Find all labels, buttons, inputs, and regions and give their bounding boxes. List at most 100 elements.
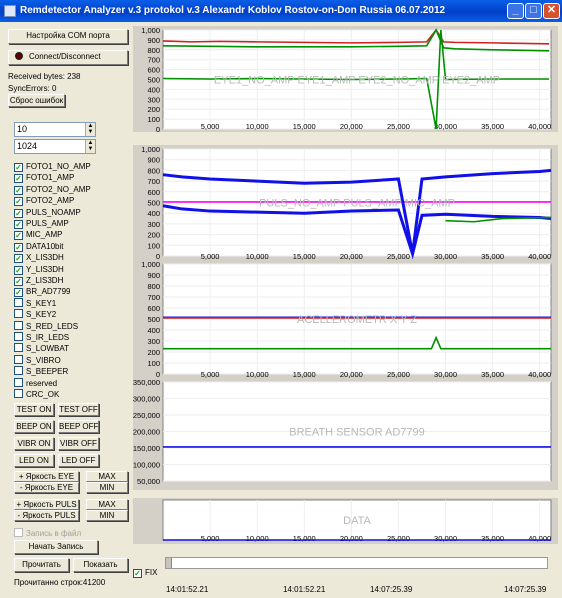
- channel-checkbox[interactable]: S_VIBRO: [14, 354, 61, 367]
- y-tick-label: 900: [147, 36, 160, 45]
- y-tick-label: 500: [147, 76, 160, 85]
- window-title: Remdetector Analyzer v.3 protokol v.3 Al…: [20, 5, 446, 16]
- y-tick-label: 900: [147, 271, 160, 280]
- time-label: 14:07:25.39: [370, 585, 413, 594]
- checkbox-icon: [14, 343, 23, 353]
- channel-checkbox[interactable]: ✓ PULS_AMP: [14, 218, 69, 230]
- puls-max-button[interactable]: MAX: [86, 499, 128, 510]
- channel-checkbox[interactable]: S_LOWBAT: [14, 343, 69, 355]
- checkbox-icon: [14, 320, 23, 330]
- channel-checkbox[interactable]: ✓ PULS_NOAMP: [14, 207, 81, 219]
- eye-max-button[interactable]: MAX: [86, 471, 128, 482]
- checkbox-icon: ✓: [14, 208, 23, 218]
- show-button[interactable]: Показать: [73, 558, 128, 572]
- checkbox-icon: [14, 354, 23, 364]
- led-on-button[interactable]: LED ON: [14, 454, 54, 467]
- y-tick-label: 600: [147, 66, 160, 75]
- maximize-button[interactable]: □: [525, 3, 542, 19]
- led-off-button[interactable]: LED OFF: [58, 454, 99, 467]
- channel-checkbox[interactable]: S_KEY1: [14, 297, 57, 310]
- spinner-arrows-icon[interactable]: ▲ ▼: [85, 123, 95, 136]
- x-tick-label: 35,000: [481, 370, 504, 379]
- channel-checkbox[interactable]: CRC_OK: [14, 389, 59, 401]
- beep-on-button[interactable]: BEEP ON: [14, 420, 54, 433]
- test-off-button[interactable]: TEST OFF: [58, 403, 99, 416]
- read-button[interactable]: Прочитать: [14, 558, 69, 572]
- reset-errors-button[interactable]: Сброс ошибок: [8, 94, 65, 107]
- fix-checkbox[interactable]: ✓ FIX: [133, 567, 157, 579]
- x-tick-label: 40,000: [528, 122, 551, 131]
- time-scrollbar[interactable]: [165, 557, 548, 569]
- checkbox-icon: ✓: [14, 163, 23, 172]
- puls-min-button[interactable]: MIN: [86, 510, 128, 521]
- test-on-button[interactable]: TEST ON: [14, 403, 54, 416]
- y-tick-label: 100,000: [133, 461, 160, 470]
- x-tick-label: 5,000: [201, 370, 220, 379]
- eye-brightness-up-button[interactable]: + Яркость EYE: [14, 471, 79, 482]
- x-tick-label: 20,000: [340, 252, 363, 261]
- x-tick-label: 20,000: [340, 122, 363, 131]
- x-tick-label: 25,000: [387, 122, 410, 131]
- vibr-on-button[interactable]: VIBR ON: [14, 437, 54, 450]
- channel-checkbox[interactable]: ✓ DATA10bit: [14, 241, 64, 253]
- interval-spinner[interactable]: 10 ▲ ▼: [14, 122, 96, 137]
- title-bar: Remdetector Analyzer v.3 protokol v.3 Al…: [0, 0, 562, 22]
- chart-title: ACELLEROMETR X Y Z: [297, 314, 417, 326]
- checkbox-icon: ✓: [133, 569, 142, 578]
- y-tick-label: 100: [147, 115, 160, 124]
- connection-led-icon: [15, 52, 23, 60]
- channel-checkbox[interactable]: ✓ MIC_AMP: [14, 229, 62, 241]
- com-port-settings-button[interactable]: Настройка COM порта: [8, 29, 128, 44]
- close-button[interactable]: ✕: [543, 3, 560, 19]
- puls-brightness-up-button[interactable]: + Яркость PULS: [14, 499, 79, 510]
- x-tick-label: 10,000: [246, 534, 269, 543]
- minimize-button[interactable]: _: [507, 3, 524, 19]
- connect-label: Connect/Disconnect: [29, 52, 101, 61]
- channel-label: FOTO1_AMP: [26, 173, 75, 183]
- channel-checkbox[interactable]: ✓ FOTO2_NO_AMP: [14, 184, 91, 196]
- channel-checkbox[interactable]: S_RED_LEDS: [14, 320, 78, 333]
- channel-checkbox[interactable]: reserved: [14, 377, 57, 390]
- buffer-spinner[interactable]: 1024 ▲ ▼: [14, 139, 96, 154]
- x-tick-label: 30,000: [434, 370, 457, 379]
- y-tick-label: 300,000: [133, 395, 160, 404]
- channel-checkbox[interactable]: ✓ Y_LIS3DH: [14, 264, 64, 276]
- write-file-label: Запись в файл: [26, 529, 82, 538]
- channel-label: FOTO1_NO_AMP: [26, 162, 91, 171]
- start-record-button[interactable]: Начать Запись: [14, 540, 98, 554]
- puls-brightness-down-button[interactable]: - Яркость PULS: [14, 510, 79, 521]
- channel-label: CRC_OK: [26, 390, 60, 399]
- eye-brightness-down-button[interactable]: - Яркость EYE: [14, 482, 79, 493]
- y-tick-label: 600: [147, 188, 160, 197]
- connect-button[interactable]: Connect/Disconnect: [8, 50, 128, 65]
- vibr-off-button[interactable]: VIBR OFF: [58, 437, 99, 450]
- y-tick-label: 1,000: [141, 260, 160, 269]
- checkbox-icon: ✓: [14, 254, 23, 264]
- channel-checkbox[interactable]: ✓ FOTO1_AMP: [14, 172, 74, 184]
- channel-checkbox[interactable]: ✓ FOTO2_AMP: [14, 195, 74, 207]
- x-tick-label: 5,000: [201, 122, 220, 131]
- checkbox-icon: ✓: [14, 185, 23, 195]
- scrollbar-thumb[interactable]: [166, 558, 172, 568]
- channel-checkbox[interactable]: S_IR_LEDS: [14, 332, 69, 344]
- time-label: 14:01:52.21: [166, 585, 209, 594]
- channel-checkbox[interactable]: ✓ Z_LIS3DH: [14, 275, 63, 287]
- write-file-checkbox[interactable]: Запись в файл: [14, 528, 81, 540]
- channel-checkbox[interactable]: ✓ BR_AD7799: [14, 286, 70, 298]
- spinner-arrows-icon[interactable]: ▲ ▼: [85, 140, 95, 153]
- checkbox-icon: [14, 528, 23, 537]
- eye-min-button[interactable]: MIN: [86, 482, 128, 493]
- checkbox-icon: ✓: [14, 242, 23, 252]
- y-tick-label: 200: [147, 105, 160, 114]
- channel-checkbox[interactable]: ✓ X_LIS3DH: [14, 252, 64, 264]
- channel-checkbox[interactable]: S_KEY2: [14, 309, 56, 321]
- y-tick-label: 0: [156, 125, 160, 134]
- channel-label: S_KEY1: [26, 298, 57, 308]
- y-tick-label: 400: [147, 326, 160, 335]
- channel-checkbox[interactable]: S_BEEPER: [14, 366, 68, 378]
- channel-checkbox[interactable]: ✓ FOTO1_NO_AMP: [14, 161, 91, 173]
- x-tick-label: 35,000: [481, 534, 504, 543]
- x-tick-label: 10,000: [246, 252, 269, 261]
- beep-off-button[interactable]: BEEP OFF: [58, 420, 99, 433]
- checkbox-icon: [14, 366, 23, 376]
